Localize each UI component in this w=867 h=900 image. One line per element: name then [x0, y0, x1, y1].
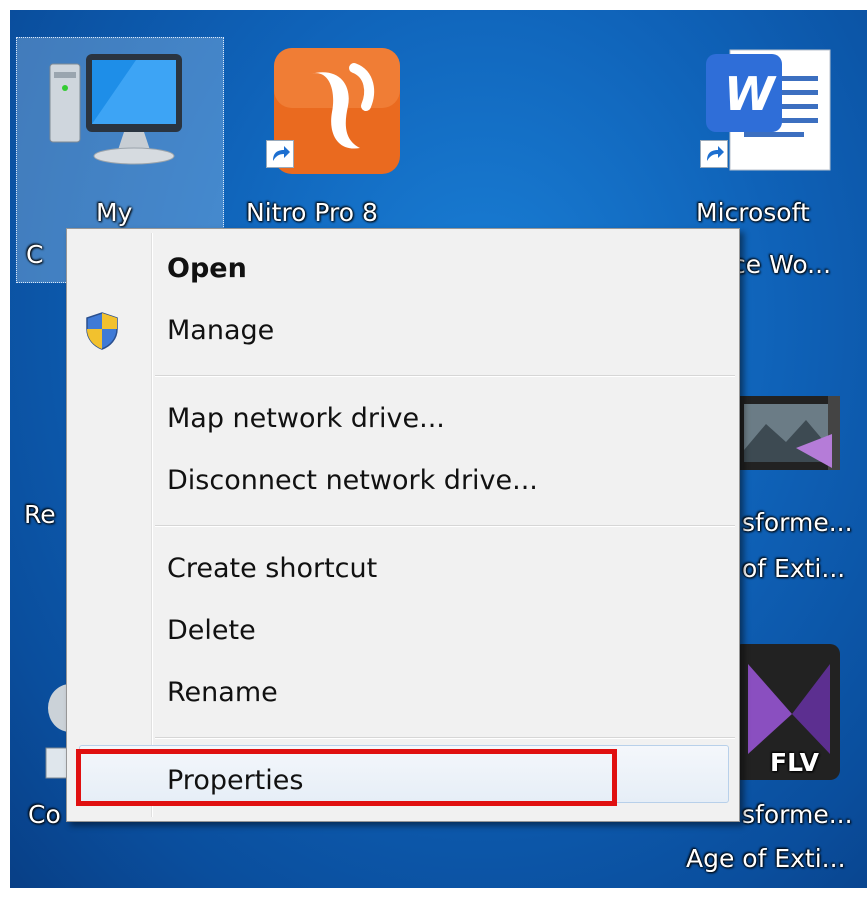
- menu-item-open[interactable]: Open: [67, 241, 739, 297]
- video-2-label-1[interactable]: sforme...: [742, 800, 853, 829]
- video-1-label-2[interactable]: of Exti...: [742, 554, 845, 583]
- menu-item-map-network-drive[interactable]: Map network drive...: [67, 391, 739, 447]
- video-1-icon[interactable]: [736, 390, 846, 486]
- computer-2-label[interactable]: Co: [28, 800, 61, 829]
- properties-highlight-box: [76, 749, 617, 806]
- video-1-label-1[interactable]: sforme...: [742, 508, 853, 537]
- context-menu: Open Manage Map network drive... Disconn…: [66, 228, 740, 822]
- my-computer-label-1[interactable]: My: [96, 198, 132, 227]
- svg-text:W: W: [724, 67, 777, 121]
- menu-item-label: Manage: [167, 315, 275, 346]
- my-computer-label-2[interactable]: C: [26, 240, 43, 269]
- menu-separator: [155, 375, 735, 377]
- menu-item-create-shortcut[interactable]: Create shortcut: [67, 541, 739, 597]
- menu-item-label: Open: [167, 253, 247, 284]
- menu-separator: [155, 737, 735, 739]
- menu-item-label: Create shortcut: [167, 553, 378, 584]
- menu-item-label: Disconnect network drive...: [167, 465, 538, 496]
- menu-item-delete[interactable]: Delete: [67, 603, 739, 659]
- menu-item-disconnect-network-drive[interactable]: Disconnect network drive...: [67, 453, 739, 509]
- menu-item-manage[interactable]: Manage: [67, 303, 739, 359]
- menu-item-label: Map network drive...: [167, 403, 445, 434]
- recycle-bin-label[interactable]: Re: [24, 500, 56, 529]
- menu-item-rename[interactable]: Rename: [67, 665, 739, 721]
- menu-item-label: Delete: [167, 615, 256, 646]
- word-label-1[interactable]: Microsoft: [696, 198, 810, 227]
- my-computer-icon[interactable]: [46, 54, 186, 184]
- menu-separator: [155, 525, 735, 527]
- nitro-pro-label[interactable]: Nitro Pro 8: [246, 198, 378, 227]
- flv-badge: FLV: [770, 748, 819, 777]
- menu-item-label: Rename: [167, 677, 278, 708]
- uac-shield-icon: [85, 311, 119, 355]
- word-shortcut-arrow-icon: [700, 140, 728, 168]
- video-2-label-2[interactable]: Age of Exti...: [686, 844, 846, 873]
- nitro-shortcut-arrow-icon: [266, 140, 294, 168]
- word-label-2[interactable]: ce Wo...: [732, 250, 831, 279]
